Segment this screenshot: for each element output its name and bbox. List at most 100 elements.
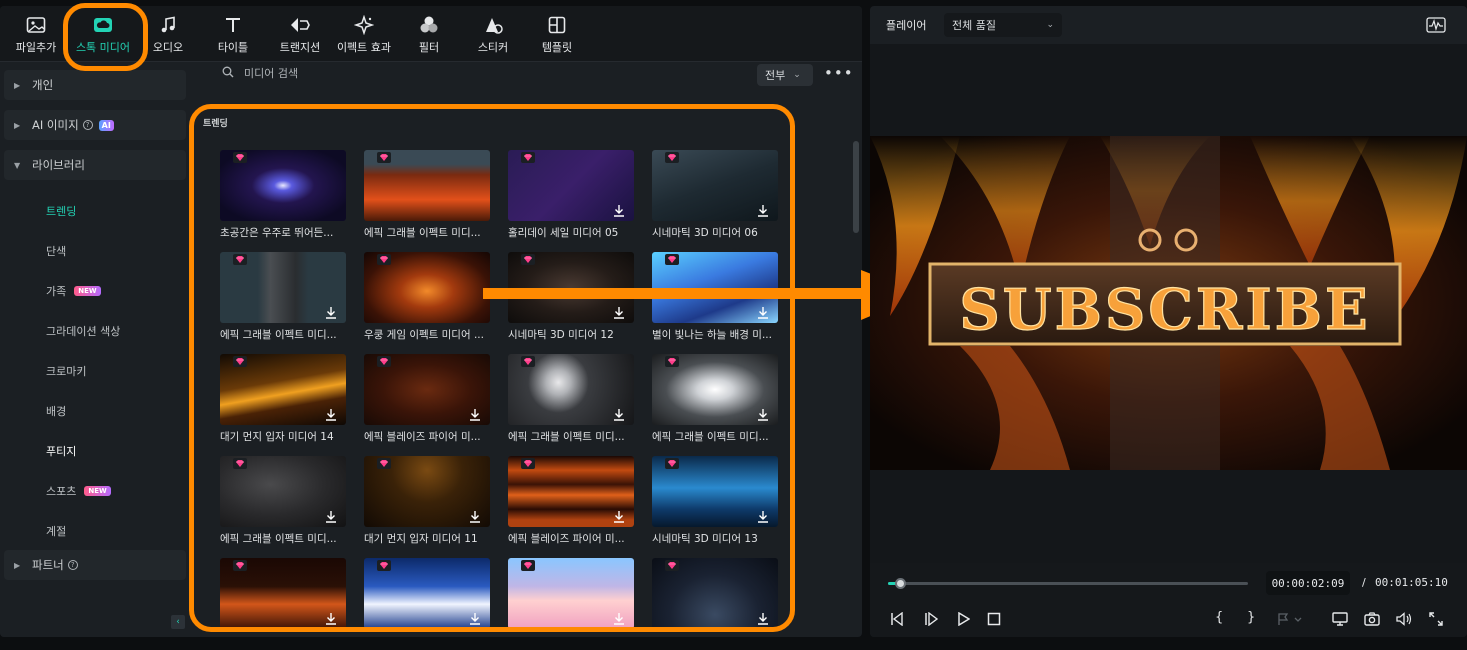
image-import-icon [25, 14, 47, 36]
help-icon[interactable]: ? [67, 560, 78, 570]
fullscreen-button[interactable] [1427, 611, 1445, 627]
caret-right-icon: ▶ [14, 560, 21, 570]
sidebar-item-trending[interactable]: 트렌딩 [46, 203, 76, 219]
sidebar-item-label: 단색 [46, 245, 67, 258]
marker-flag-icon [1278, 613, 1302, 625]
search-bar[interactable]: 미디어 검색 [222, 65, 298, 81]
tab-effects[interactable]: 이펙트 효과 [333, 6, 395, 62]
sidebar-item-label: 그라데이션 색상 [46, 325, 121, 338]
sidebar-item-footage[interactable]: 푸티지 [46, 443, 76, 459]
tab-label: 타이틀 [217, 40, 249, 54]
chevron-down-icon: ⌄ [1046, 20, 1054, 30]
sidebar-item-label: 배경 [46, 405, 67, 418]
stop-button[interactable] [985, 611, 1003, 627]
monitor-icon [1332, 612, 1348, 626]
mark-out-button[interactable]: } [1247, 610, 1255, 625]
previous-frame-button[interactable] [888, 611, 906, 627]
current-time[interactable]: 00:00:02:09 [1266, 571, 1350, 595]
transition-icon [289, 14, 311, 36]
progress-bar[interactable] [888, 578, 1248, 589]
search-input[interactable]: 미디어 검색 [244, 65, 298, 81]
tab-titles[interactable]: 타이틀 [210, 6, 256, 62]
camera-icon [1364, 612, 1380, 626]
preview-title: SUBSCRIBE [959, 277, 1370, 343]
caret-right-icon: ▶ [14, 120, 21, 130]
tab-label: 스티커 [477, 40, 509, 54]
playback-controls: 00:00:02:09 / 00:01:05:10 { } [870, 563, 1467, 637]
sidebar-group-label: 라이브러리 [32, 158, 85, 172]
sidebar-item-sports[interactable]: 스포츠 NEW [46, 483, 111, 499]
caret-right-icon: ▶ [14, 80, 21, 90]
highlight-stock-media [63, 3, 148, 71]
play-icon [958, 612, 970, 626]
tab-label: 트랜지션 [279, 40, 321, 54]
help-icon[interactable]: ? [82, 120, 93, 130]
more-options-button[interactable]: ••• [824, 64, 854, 82]
sidebar-item-label: 계절 [46, 525, 67, 538]
tab-filters[interactable]: 필터 [409, 6, 449, 62]
total-time: 00:01:05:10 [1375, 576, 1448, 589]
sidebar-group-label: 파트너 [32, 558, 64, 572]
highlight-media-grid [189, 104, 795, 632]
sidebar-group-ai-image[interactable]: ▶ AI 이미지 ? AI [4, 110, 186, 140]
tab-label: 이펙트 효과 [336, 40, 392, 54]
sidebar-group-label: AI 이미지 [32, 118, 79, 132]
filter-dropdown[interactable]: 전부 ⌄ [757, 64, 813, 86]
time-separator: / [1362, 576, 1366, 589]
sidebar-item-family[interactable]: 가족 NEW [46, 283, 101, 299]
ai-badge: AI [98, 119, 114, 131]
sidebar-item-season[interactable]: 계절 [46, 523, 66, 539]
next-frame-button[interactable] [922, 611, 940, 627]
expand-icon [1429, 612, 1443, 626]
tab-label: 템플릿 [541, 40, 573, 54]
category-sidebar: ▶ 개인 ▶ AI 이미지 ? AI ▼ 라이브러리 트렌딩 단색 가족 NEW … [0, 62, 200, 637]
sticker-icon [482, 14, 504, 36]
tab-label: 파일추가 [15, 40, 57, 54]
sidebar-item-gradient[interactable]: 그라데이션 색상 [46, 323, 120, 339]
video-preview: SUBSCRIBE [870, 136, 1467, 470]
sidebar-group-library[interactable]: ▼ 라이브러리 [4, 150, 186, 180]
music-note-icon [157, 14, 179, 36]
filter-circles-icon [418, 14, 440, 36]
sidebar-group-label: 개인 [32, 78, 54, 92]
tab-label: 오디오 [152, 40, 184, 54]
sidebar-group-personal[interactable]: ▶ 개인 [4, 70, 186, 100]
sidebar-item-label: 푸티지 [46, 445, 77, 458]
sidebar-item-label: 트렌딩 [46, 205, 77, 218]
snapshot-button[interactable] [1363, 611, 1381, 627]
tab-label: 필터 [418, 40, 440, 54]
sidebar-item-chroma-key[interactable]: 크로마키 [46, 363, 86, 379]
mark-in-button[interactable]: { [1215, 610, 1223, 625]
sidebar-item-label: 크로마키 [46, 365, 87, 378]
player-panel: 플레이어 전체 품질 ⌄ SUBSCRIBE 00:00:02:09 / 00:… [870, 6, 1467, 637]
tab-import[interactable]: 파일추가 [8, 6, 64, 62]
play-button[interactable] [954, 611, 972, 627]
tab-stickers[interactable]: 스티커 [470, 6, 516, 62]
sidebar-item-label: 스포츠 [46, 485, 77, 498]
sidebar-item-solid-color[interactable]: 단색 [46, 243, 66, 259]
stop-icon [987, 612, 1001, 626]
sidebar-item-background[interactable]: 배경 [46, 403, 66, 419]
tab-templates[interactable]: 템플릿 [533, 6, 581, 62]
speaker-icon [1396, 612, 1412, 626]
grid-scrollbar[interactable] [853, 141, 859, 233]
progress-handle[interactable] [895, 578, 907, 589]
tab-transitions[interactable]: 트랜지션 [272, 6, 328, 62]
quality-value: 전체 품질 [952, 19, 996, 32]
tab-audio[interactable]: 오디오 [145, 6, 191, 62]
marker-button[interactable] [1276, 611, 1306, 627]
display-button[interactable] [1331, 611, 1349, 627]
new-badge: NEW [74, 286, 101, 296]
collapse-sidebar-button[interactable]: ‹ [171, 615, 185, 629]
caret-down-icon: ▼ [14, 160, 21, 170]
sidebar-group-partner[interactable]: ▶ 파트너 ? [4, 550, 186, 580]
new-badge: NEW [84, 486, 111, 496]
step-forward-icon [925, 612, 938, 626]
text-t-icon [222, 14, 244, 36]
chevron-left-icon: ‹ [176, 617, 180, 627]
player-label: 플레이어 [886, 19, 927, 32]
waveform-icon[interactable] [1426, 17, 1446, 37]
search-icon [222, 66, 234, 81]
quality-dropdown[interactable]: 전체 품질 ⌄ [944, 13, 1062, 37]
volume-button[interactable] [1395, 611, 1413, 627]
